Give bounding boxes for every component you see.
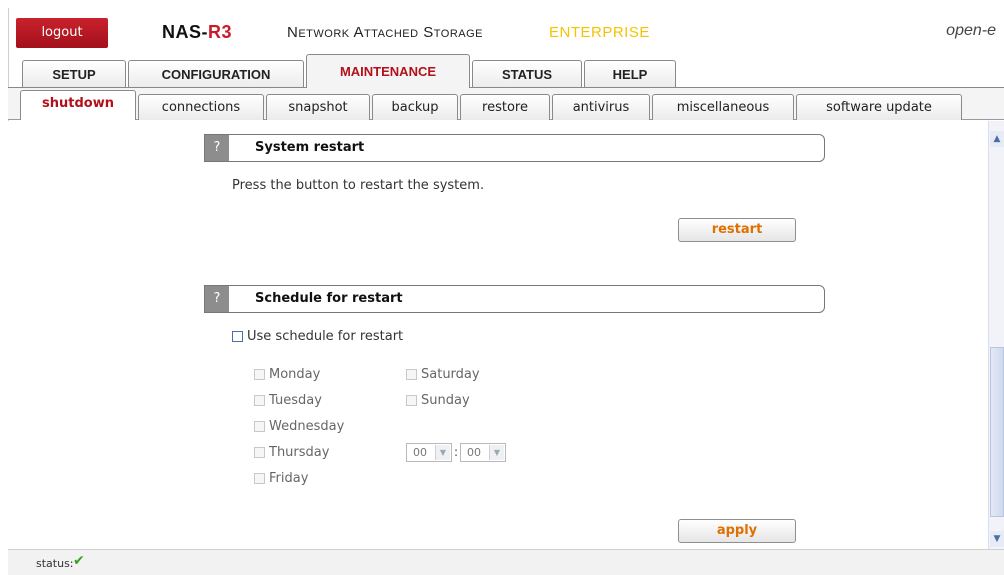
main-tab-bar: SETUP CONFIGURATION MAINTENANCE STATUS H… [8,54,1004,88]
monday-checkbox[interactable] [254,369,265,380]
help-icon[interactable]: ? [205,286,229,312]
brand-prefix: NAS- [162,22,208,42]
tab-setup[interactable]: SETUP [22,60,126,87]
brand-edition: ENTERPRISE [549,24,650,41]
schedule-restart-title: Schedule for restart [255,291,403,306]
day-tuesday[interactable]: Tuesday [254,393,322,408]
system-restart-header: ? System restart [204,134,825,162]
content-panel: ? System restart Press the button to res… [8,121,988,549]
tab-help[interactable]: HELP [584,60,676,87]
restart-button[interactable]: restart [678,218,796,242]
minute-select[interactable]: 00 ▼ [460,443,506,462]
minute-value: 00 [467,446,481,459]
tab-restore[interactable]: restore [460,94,550,120]
system-restart-title: System restart [255,140,365,155]
product-logo: NAS-R3 [162,22,232,43]
chevron-down-icon[interactable]: ▼ [435,445,450,460]
tab-software-update[interactable]: software update [796,94,962,120]
day-wednesday[interactable]: Wednesday [254,419,344,434]
saturday-label: Saturday [421,367,480,382]
day-thursday[interactable]: Thursday [254,445,329,460]
restart-description: Press the button to restart the system. [232,178,485,193]
tab-snapshot[interactable]: snapshot [266,94,370,120]
checkmark-icon: ✔ [73,553,85,569]
sunday-label: Sunday [421,393,470,408]
use-schedule-label: Use schedule for restart [247,329,404,344]
day-sunday[interactable]: Sunday [406,393,470,408]
thursday-label: Thursday [269,445,330,460]
friday-label: Friday [269,471,309,486]
hour-select[interactable]: 00 ▼ [406,443,452,462]
status-bar: status: ✔ [8,549,1004,575]
brand-subtitle: Network Attached Storage [287,24,484,41]
tab-status[interactable]: STATUS [472,60,582,87]
chevron-down-icon[interactable]: ▼ [489,445,504,460]
day-friday[interactable]: Friday [254,471,308,486]
use-schedule-option[interactable]: Use schedule for restart [232,329,403,344]
tab-antivirus[interactable]: antivirus [552,94,650,120]
tab-miscellaneous[interactable]: miscellaneous [652,94,794,120]
tab-connections[interactable]: connections [138,94,264,120]
thursday-checkbox[interactable] [254,447,265,458]
use-schedule-checkbox[interactable] [232,331,243,342]
tuesday-checkbox[interactable] [254,395,265,406]
sub-tab-bar: shutdown connections snapshot backup res… [8,88,1004,120]
brand-accent: R3 [208,22,233,42]
schedule-restart-header: ? Schedule for restart [204,285,825,313]
day-monday[interactable]: Monday [254,367,320,382]
apply-button[interactable]: apply [678,519,796,543]
help-icon[interactable]: ? [205,135,229,161]
vendor-logo: open-e [946,22,996,39]
tab-backup[interactable]: backup [372,94,458,120]
vertical-scrollbar[interactable]: ▲ ▼ [988,121,1004,549]
day-saturday[interactable]: Saturday [406,367,480,382]
tab-shutdown[interactable]: shutdown [20,90,136,120]
hour-value: 00 [413,446,427,459]
tuesday-label: Tuesday [269,393,322,408]
logout-button[interactable]: logout [16,18,108,48]
status-label: status: [36,557,74,570]
monday-label: Monday [269,367,321,382]
tab-configuration[interactable]: CONFIGURATION [128,60,304,87]
time-separator: : [454,445,459,459]
tab-maintenance[interactable]: MAINTENANCE [306,54,470,88]
wednesday-checkbox[interactable] [254,421,265,432]
scroll-thumb[interactable] [990,347,1004,517]
scroll-up-icon[interactable]: ▲ [990,131,1004,147]
wednesday-label: Wednesday [269,419,345,434]
friday-checkbox[interactable] [254,473,265,484]
sunday-checkbox[interactable] [406,395,417,406]
saturday-checkbox[interactable] [406,369,417,380]
scroll-down-icon[interactable]: ▼ [990,531,1004,547]
